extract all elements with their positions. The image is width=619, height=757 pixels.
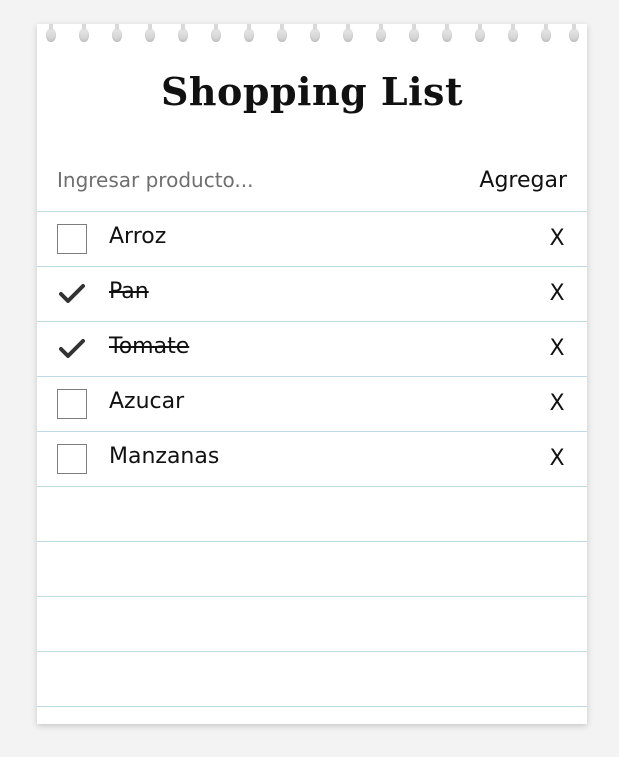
ring-hole-icon	[178, 24, 188, 42]
add-item-form: Agregar	[37, 149, 587, 212]
ring-hole-icon	[310, 24, 320, 42]
delete-item-button[interactable]: X	[547, 334, 567, 362]
item-label: Tomate	[109, 334, 190, 359]
item-checkbox[interactable]	[57, 444, 87, 474]
ring-hole-icon	[541, 24, 551, 42]
check-icon	[59, 284, 85, 303]
page-title: Shopping List	[160, 69, 464, 114]
add-button[interactable]: Agregar	[479, 168, 567, 193]
ring-hole-icon	[145, 24, 155, 42]
list-item: Pan X	[37, 267, 587, 322]
ring-hole-icon	[277, 24, 287, 42]
item-label: Pan	[109, 279, 149, 304]
ring-hole-icon	[442, 24, 452, 42]
ring-hole-icon	[508, 24, 518, 42]
list-item: Azucar X	[37, 377, 587, 432]
item-checkbox[interactable]	[57, 224, 87, 254]
item-checkbox[interactable]	[57, 389, 87, 419]
ring-hole-icon	[211, 24, 221, 42]
ring-hole-icon	[475, 24, 485, 42]
delete-item-button[interactable]: X	[547, 224, 567, 252]
delete-item-button[interactable]: X	[547, 279, 567, 307]
list-item: Arroz X	[37, 212, 587, 267]
shopping-list: Arroz X Pan X Tomate X Azucar X Manzanas…	[37, 212, 587, 707]
item-label: Arroz	[109, 224, 167, 249]
item-label: Manzanas	[109, 444, 220, 469]
ring-hole-icon	[343, 24, 353, 42]
list-item: Tomate X	[37, 322, 587, 377]
list-item: Manzanas X	[37, 432, 587, 487]
product-input[interactable]	[57, 168, 417, 192]
delete-item-button[interactable]: X	[547, 389, 567, 417]
ruled-line	[37, 597, 587, 652]
ruled-line	[37, 487, 587, 542]
notebook-paper: Shopping List Agregar Arroz X Pan X	[37, 24, 587, 724]
ruled-line	[37, 652, 587, 707]
item-checkbox[interactable]	[57, 279, 87, 309]
ring-hole-icon	[409, 24, 419, 42]
ring-hole-icon	[79, 24, 89, 42]
item-label: Azucar	[109, 389, 185, 414]
ring-hole-icon	[376, 24, 386, 42]
ring-hole-icon	[46, 24, 56, 42]
ring-hole-icon	[112, 24, 122, 42]
ring-hole-icon	[244, 24, 254, 42]
check-icon	[59, 339, 85, 358]
ring-holes	[37, 24, 587, 46]
ring-hole-icon	[569, 24, 579, 42]
delete-item-button[interactable]: X	[547, 444, 567, 472]
item-checkbox[interactable]	[57, 334, 87, 364]
ruled-line	[37, 542, 587, 597]
